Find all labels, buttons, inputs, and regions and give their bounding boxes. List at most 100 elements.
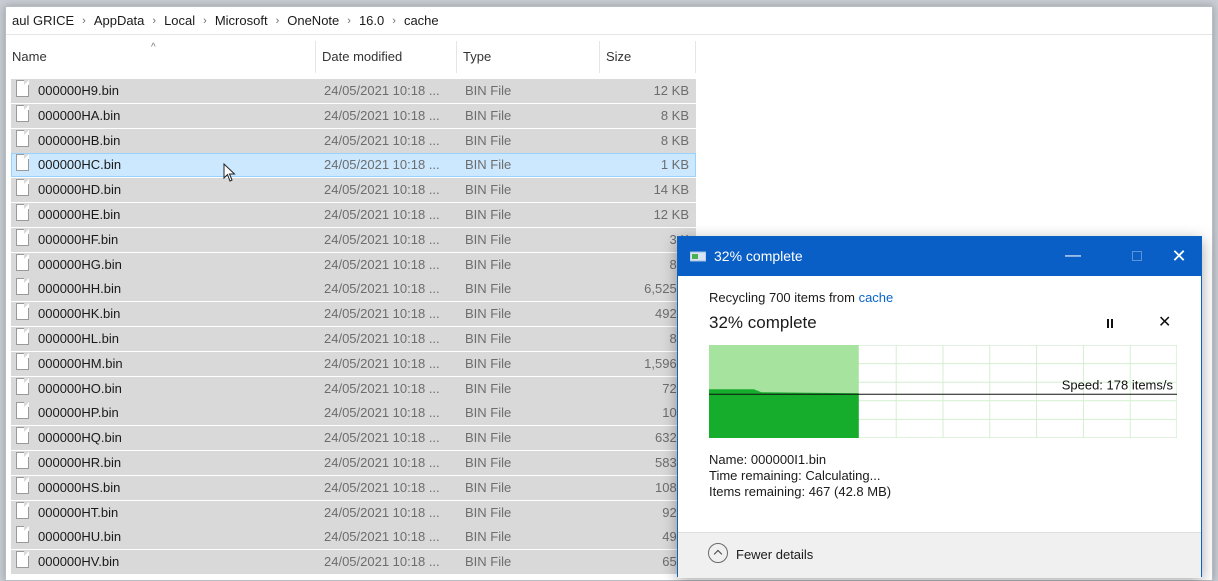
file-type: BIN File — [465, 157, 512, 173]
file-type: BIN File — [465, 206, 512, 222]
column-header-size[interactable]: Size — [600, 41, 696, 73]
breadcrumb-item[interactable]: aul GRICE — [10, 13, 76, 28]
file-name: 000000HH.bin — [38, 281, 122, 297]
file-row[interactable]: 000000HE.bin 24/05/2021 10:18 ... BIN File… — [11, 202, 696, 227]
chevron-up-icon[interactable] — [708, 543, 728, 563]
breadcrumb: aul GRICE › AppData › Local › Microsoft › OneNot… — [6, 7, 1212, 35]
column-header-name[interactable]: ^ Name — [6, 41, 316, 73]
file-type: BIN File — [465, 380, 512, 396]
breadcrumb-item[interactable]: cache — [402, 13, 441, 28]
file-type: BIN File — [465, 330, 512, 346]
sort-up-icon: ^ — [151, 42, 156, 53]
file-size: 12 KB — [653, 83, 689, 98]
file-name: 000000HL.bin — [38, 330, 119, 346]
file-size: 8 KB — [660, 132, 689, 148]
file-icon — [16, 551, 29, 569]
file-type: BIN File — [465, 355, 512, 371]
minimize-button[interactable]: — — [1052, 237, 1094, 276]
percent-complete-heading: 32% complete — [709, 313, 817, 332]
file-icon — [16, 228, 29, 246]
file-row[interactable]: 000000HC.bin 24/05/2021 10:18 ... BIN File… — [11, 153, 696, 178]
breadcrumb-item[interactable]: AppData — [92, 13, 147, 28]
file-date-modified: 24/05/2021 10:18 ... — [324, 107, 440, 123]
file-row[interactable]: 000000HQ.bin 24/05/2021 10:18 ... BIN File… — [11, 426, 696, 451]
transfer-speed-graph: Speed: 178 items/s — [709, 345, 1177, 438]
file-icon — [16, 203, 29, 221]
file-row[interactable]: 000000HF.bin 24/05/2021 10:18 ... BIN File… — [11, 227, 696, 252]
pause-button[interactable] — [1102, 316, 1118, 332]
speed-label: Speed: 178 items/s — [1062, 377, 1174, 392]
close-button[interactable]: ✕ — [1158, 237, 1200, 276]
file-type: BIN File — [465, 504, 512, 520]
file-row[interactable]: 000000HH.bin 24/05/2021 10:18 ... BIN File… — [11, 277, 696, 302]
file-name: 000000H9.bin — [38, 83, 119, 98]
file-row[interactable]: 000000HL.bin 24/05/2021 10:18 ... BIN File… — [11, 326, 696, 351]
file-icon — [16, 476, 29, 494]
file-row[interactable]: 000000HA.bin 24/05/2021 10:18 ... BIN File… — [11, 103, 696, 128]
time-remaining: Time remaining: Calculating... — [709, 468, 881, 483]
file-icon — [16, 80, 29, 97]
file-date-modified: 24/05/2021 10:18 ... — [324, 454, 440, 470]
file-name: 000000HP.bin — [38, 405, 119, 421]
file-row[interactable]: 000000HR.bin 24/05/2021 10:18 ... BIN File… — [11, 450, 696, 475]
file-icon — [16, 278, 29, 296]
chevron-right-icon[interactable]: › — [386, 15, 402, 27]
file-icon — [16, 451, 29, 469]
cancel-button[interactable]: ✕ — [1158, 312, 1171, 332]
recycle-progress-dialog: 32% complete — ✕ Recycling 700 items fro… — [677, 236, 1202, 578]
file-name: 000000HB.bin — [38, 132, 121, 148]
file-size: 12 KB — [653, 206, 689, 222]
file-row[interactable]: 000000HD.bin 24/05/2021 10:18 ... BIN File… — [11, 178, 696, 203]
file-date-modified: 24/05/2021 10:18 ... — [324, 132, 440, 148]
breadcrumb-item[interactable]: 16.0 — [357, 13, 386, 28]
file-name: 000000HU.bin — [38, 529, 122, 545]
file-date-modified: 24/05/2021 10:18 ... — [324, 405, 440, 421]
dialog-titlebar[interactable]: 32% complete — ✕ — [678, 237, 1201, 276]
file-row[interactable]: 000000HG.bin 24/05/2021 10:18 ... BIN File… — [11, 252, 696, 277]
column-header-date-modified[interactable]: Date modified — [316, 41, 457, 73]
file-type: BIN File — [465, 281, 512, 297]
chevron-right-icon[interactable]: › — [76, 15, 92, 27]
file-row[interactable]: 000000HO.bin 24/05/2021 10:18 ... BIN File… — [11, 376, 696, 401]
file-date-modified: 24/05/2021 10:18 ... — [324, 206, 440, 222]
chevron-right-icon[interactable]: › — [146, 15, 162, 27]
file-row[interactable]: 000000H9.bin 24/05/2021 10:18 ... BIN File… — [11, 79, 696, 103]
maximize-button — [1116, 237, 1158, 276]
file-size: 1 KB — [660, 157, 689, 173]
file-icon — [16, 179, 29, 197]
file-icon — [16, 154, 29, 172]
current-file-name: Name: 000000I1.bin — [709, 452, 827, 467]
file-type: BIN File — [465, 256, 512, 272]
file-row[interactable]: 000000HP.bin 24/05/2021 10:18 ... BIN File… — [11, 401, 696, 426]
column-header-type[interactable]: Type — [457, 41, 600, 73]
file-name: 000000HA.bin — [38, 107, 121, 123]
file-icon — [16, 427, 29, 445]
file-row[interactable]: 000000HT.bin 24/05/2021 10:18 ... BIN File… — [11, 500, 696, 525]
breadcrumb-item[interactable]: Local — [162, 13, 197, 28]
file-row[interactable]: 000000HS.bin 24/05/2021 10:18 ... BIN File… — [11, 475, 696, 500]
chevron-right-icon[interactable]: › — [341, 15, 357, 27]
chevron-right-icon[interactable]: › — [197, 15, 213, 27]
chevron-right-icon[interactable]: › — [270, 15, 286, 27]
file-row[interactable]: 000000HV.bin 24/05/2021 10:18 ... BIN File… — [11, 550, 696, 575]
source-folder-link[interactable]: cache — [859, 290, 894, 305]
file-date-modified: 24/05/2021 10:18 ... — [324, 430, 440, 446]
fewer-details-button[interactable]: Fewer details — [736, 547, 813, 562]
dialog-body: Recycling 700 items from cache 32% compl… — [678, 276, 1201, 532]
dialog-footer: Fewer details — [678, 532, 1201, 578]
file-row[interactable]: 000000HM.bin 24/05/2021 10:18 ... BIN File… — [11, 351, 696, 376]
file-date-modified: 24/05/2021 10:18 ... — [324, 231, 440, 247]
file-row[interactable]: 000000HU.bin 24/05/2021 10:18 ... BIN File… — [11, 525, 696, 550]
file-row[interactable]: 000000HK.bin 24/05/2021 10:18 ... BIN File… — [11, 302, 696, 327]
file-row[interactable]: 000000HB.bin 24/05/2021 10:18 ... BIN File… — [11, 128, 696, 153]
file-name: 000000HS.bin — [38, 479, 121, 495]
file-date-modified: 24/05/2021 10:18 ... — [324, 256, 440, 272]
mouse-cursor-icon — [223, 163, 236, 182]
speed-area — [709, 389, 859, 438]
maximize-icon — [1132, 251, 1142, 261]
file-type: BIN File — [465, 479, 512, 495]
breadcrumb-item[interactable]: Microsoft — [213, 13, 270, 28]
file-type: BIN File — [465, 132, 512, 148]
file-date-modified: 24/05/2021 10:18 ... — [324, 504, 440, 520]
breadcrumb-item[interactable]: OneNote — [285, 13, 341, 28]
